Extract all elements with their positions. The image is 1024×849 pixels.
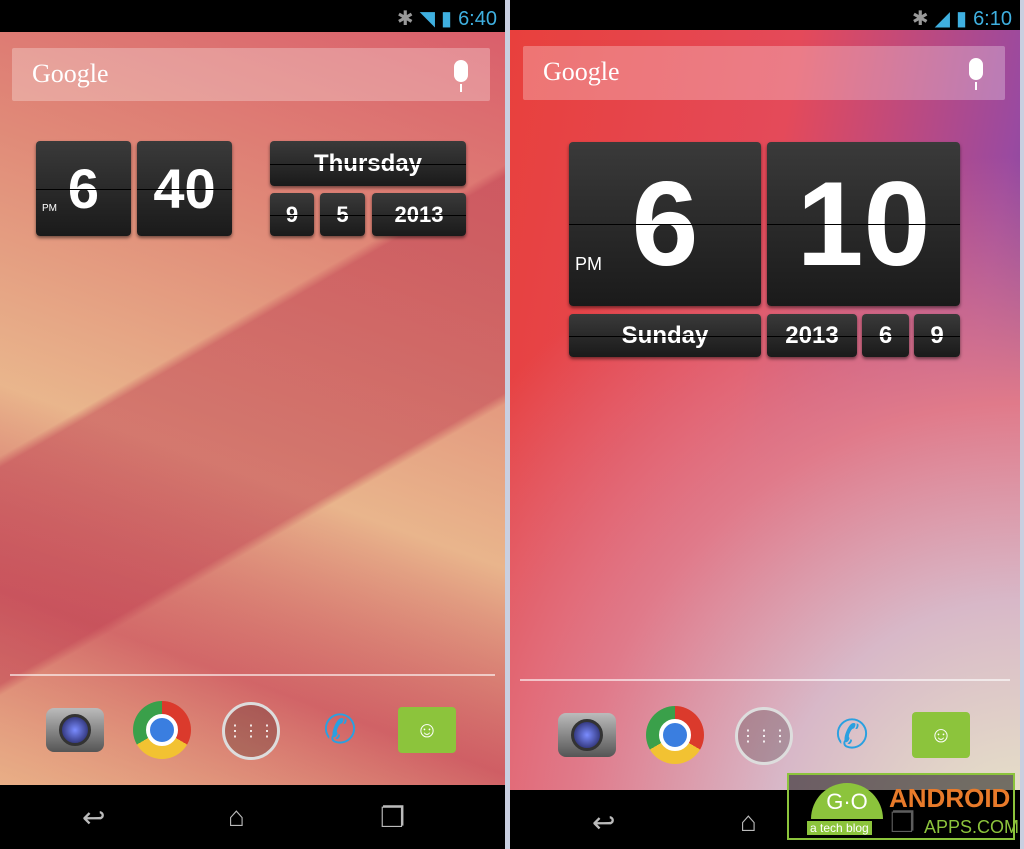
watermark-logo: G·O ANDROID APPS.COM a tech blog (787, 773, 1019, 840)
left-phone-screen: ✱ ◥ ▮ 6:40 Google PM 6 40 Thursday 9 5 2013 … (0, 0, 505, 849)
google-search-bar[interactable]: Google (12, 48, 490, 101)
camera-icon[interactable] (46, 708, 104, 752)
google-search-bar[interactable]: Google (523, 46, 1005, 100)
dock-divider (520, 679, 1010, 681)
day-tile[interactable]: Sunday (569, 314, 761, 357)
back-icon[interactable]: ↩ (82, 801, 105, 834)
clock-hour[interactable]: PM 6 (36, 141, 131, 236)
camera-icon[interactable] (558, 713, 616, 757)
ampm-label: PM (42, 203, 57, 214)
messaging-icon[interactable]: ☺ (398, 707, 456, 753)
dock-divider (10, 674, 495, 676)
battery-icon: ▮ (956, 8, 968, 30)
google-logo: Google (543, 57, 620, 86)
clock-minute[interactable]: 10 (767, 142, 960, 306)
date-tile[interactable]: 2013 (372, 193, 466, 236)
watermark-tagline: a tech blog (807, 821, 872, 835)
date-tile[interactable]: 5 (320, 193, 365, 236)
date-tile[interactable]: 2013 (767, 314, 857, 357)
messaging-icon[interactable]: ☺ (912, 712, 970, 758)
ampm-label: PM (575, 254, 602, 274)
status-bar: ✱ ◢ ▮ 6:10 (510, 0, 1020, 30)
status-bar: ✱ ◥ ▮ 6:40 (0, 0, 505, 32)
wifi-icon: ◥ (419, 8, 436, 30)
chrome-icon[interactable] (646, 706, 704, 764)
phone-icon[interactable]: ✆ (310, 700, 370, 760)
app-drawer-icon[interactable]: ⋮⋮⋮ (735, 707, 793, 765)
bluetooth-icon: ✱ (396, 8, 414, 30)
navigation-bar: ↩ ⌂ ❐ (0, 785, 505, 849)
date-tile[interactable]: 6 (862, 314, 909, 357)
time: 6:40 (458, 8, 497, 30)
mic-icon[interactable] (969, 58, 983, 90)
chrome-icon[interactable] (133, 701, 191, 759)
phone-icon[interactable]: ✆ (822, 705, 882, 765)
recent-apps-icon[interactable]: ❐ (380, 801, 405, 834)
clock-minute[interactable]: 40 (137, 141, 232, 236)
date-tile[interactable]: 9 (270, 193, 314, 236)
android-logo: G·O (811, 783, 883, 819)
time: 6:10 (973, 8, 1012, 30)
home-icon[interactable]: ⌂ (228, 801, 245, 833)
app-drawer-icon[interactable]: ⋮⋮⋮ (222, 702, 280, 760)
google-logo: Google (32, 59, 109, 88)
bluetooth-icon: ✱ (911, 8, 929, 30)
date-tile[interactable]: 9 (914, 314, 960, 357)
signal-icon: ▮ (441, 8, 453, 30)
clock-hour[interactable]: PM 6 (569, 142, 761, 306)
day-tile[interactable]: Thursday (270, 141, 466, 186)
right-phone-screen: ✱ ◢ ▮ 6:10 Google PM 6 10 Sunday 2013 6 9 ⋮⋮… (510, 0, 1020, 849)
mic-icon[interactable] (454, 60, 468, 92)
home-icon[interactable]: ⌂ (740, 806, 757, 838)
signal-icon: ◢ (934, 8, 951, 30)
back-icon[interactable]: ↩ (592, 806, 615, 839)
